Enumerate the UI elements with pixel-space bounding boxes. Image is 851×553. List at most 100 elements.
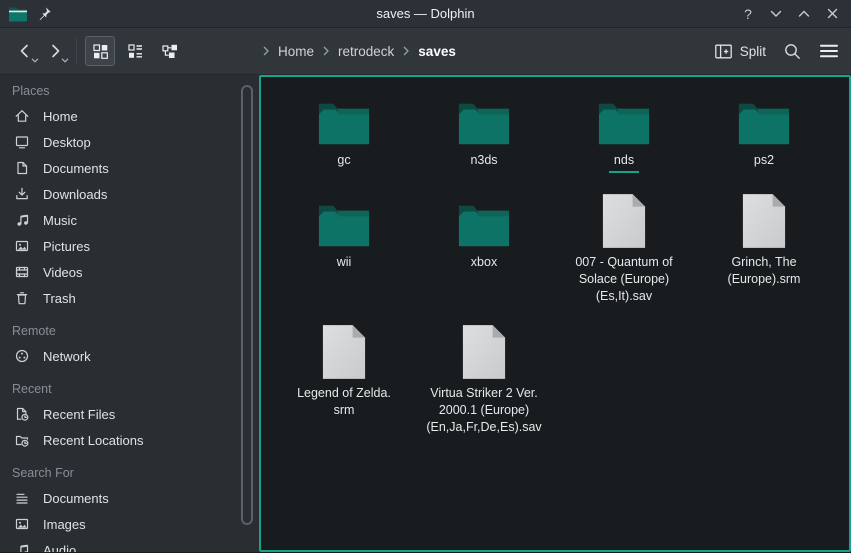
breadcrumb-separator-icon[interactable] — [323, 46, 329, 56]
folder-icon — [597, 101, 651, 147]
recent-locations-icon — [14, 432, 30, 448]
folder-item-n3ds[interactable]: n3ds — [414, 91, 554, 169]
sidebar-item-recent-files[interactable]: Recent Files — [0, 401, 259, 427]
folder-item-nds[interactable]: nds — [554, 91, 694, 173]
places-panel: Places Home Desktop Documents Downloads … — [0, 75, 259, 552]
folder-item-wii[interactable]: wii — [274, 193, 414, 271]
search-icon — [783, 42, 802, 61]
forward-button[interactable] — [40, 36, 70, 66]
file-item-grinch-the[interactable]: Grinch, The (Europe).srm — [694, 193, 834, 288]
file-item-legend-of-zelda[interactable]: Legend of Zelda. srm — [274, 324, 414, 419]
item-label: 007 - Quantum of Solace (Europe) (Es,It)… — [575, 254, 672, 305]
sidebar-item-recent-locations[interactable]: Recent Locations — [0, 427, 259, 453]
sidebar-item-label: Images — [43, 517, 86, 532]
sidebar-item-label: Network — [43, 349, 91, 364]
folder-item-ps2[interactable]: ps2 — [694, 91, 834, 169]
breadcrumb-item-retrodeck[interactable]: retrodeck — [338, 44, 394, 59]
sidebar-item-search-images[interactable]: Images — [0, 511, 259, 537]
folder-view[interactable]: gc n3ds nds ps2 — [259, 75, 851, 552]
tree-view-button[interactable] — [155, 36, 185, 66]
sidebar-item-videos[interactable]: Videos — [0, 259, 259, 285]
toolbar-separator — [76, 38, 77, 64]
minimize-button[interactable] — [765, 3, 787, 25]
file-icon — [321, 324, 367, 380]
menu-button[interactable] — [819, 43, 839, 59]
icons-view-button[interactable] — [85, 36, 115, 66]
sidebar-item-label: Recent Files — [43, 407, 115, 422]
sidebar-item-label: Videos — [43, 265, 83, 280]
details-view-button[interactable] — [120, 36, 150, 66]
video-icon — [14, 264, 30, 280]
sidebar-item-label: Trash — [43, 291, 76, 306]
breadcrumb: Home retrodeck saves — [263, 28, 456, 74]
sidebar-item-label: Documents — [43, 161, 109, 176]
music-icon — [14, 212, 30, 228]
folder-icon — [457, 203, 511, 249]
home-icon — [14, 108, 30, 124]
item-label: gc — [337, 152, 350, 169]
sidebar-item-network[interactable]: Network — [0, 343, 259, 369]
search-button[interactable] — [783, 42, 802, 61]
file-item-virtua-striker-2[interactable]: Virtua Striker 2 Ver. 2000.1 (Europe) (E… — [414, 324, 554, 436]
file-icon — [601, 193, 647, 249]
sidebar-item-documents[interactable]: Documents — [0, 155, 259, 181]
breadcrumb-current[interactable]: saves — [418, 44, 456, 59]
close-icon — [827, 8, 838, 19]
chevron-down-icon — [61, 58, 69, 63]
sidebar-item-pictures[interactable]: Pictures — [0, 233, 259, 259]
folder-item-gc[interactable]: gc — [274, 91, 414, 169]
chevron-down-icon — [31, 58, 39, 63]
section-header-search-for: Search For — [0, 453, 259, 485]
sidebar-item-trash[interactable]: Trash — [0, 285, 259, 311]
download-icon — [14, 186, 30, 202]
section-header-remote: Remote — [0, 311, 259, 343]
sidebar-item-downloads[interactable]: Downloads — [0, 181, 259, 207]
item-label: wii — [337, 254, 352, 271]
item-label: Legend of Zelda. srm — [297, 385, 391, 419]
image-icon — [14, 238, 30, 254]
app-folder-icon — [8, 5, 28, 22]
split-button-label: Split — [740, 44, 766, 59]
item-label: n3ds — [470, 152, 497, 169]
folder-item-xbox[interactable]: xbox — [414, 193, 554, 271]
document-icon — [14, 160, 30, 176]
split-button[interactable]: Split — [714, 43, 766, 60]
toolbar: Home retrodeck saves Split — [0, 28, 851, 75]
file-icon — [461, 324, 507, 380]
sidebar-item-label: Downloads — [43, 187, 107, 202]
section-header-recent: Recent — [0, 369, 259, 401]
breadcrumb-separator-icon[interactable] — [263, 46, 269, 56]
pin-icon[interactable] — [37, 6, 52, 21]
chevron-down-icon — [770, 10, 782, 18]
sidebar-item-label: Audio — [43, 543, 76, 553]
search-images-icon — [14, 516, 30, 532]
sidebar-item-label: Desktop — [43, 135, 91, 150]
sidebar-item-desktop[interactable]: Desktop — [0, 129, 259, 155]
item-label: ps2 — [754, 152, 774, 169]
help-button[interactable]: ? — [737, 3, 759, 25]
breadcrumb-item-home[interactable]: Home — [278, 44, 314, 59]
sidebar-scrollbar[interactable] — [241, 85, 253, 525]
sidebar-item-home[interactable]: Home — [0, 103, 259, 129]
folder-icon — [317, 101, 371, 147]
breadcrumb-separator-icon[interactable] — [403, 46, 409, 56]
file-item-007-quantum-of-solace[interactable]: 007 - Quantum of Solace (Europe) (Es,It)… — [554, 193, 694, 305]
search-audio-icon — [14, 542, 30, 552]
hamburger-menu-icon — [819, 43, 839, 59]
sidebar-item-search-audio[interactable]: Audio — [0, 537, 259, 552]
maximize-button[interactable] — [793, 3, 815, 25]
sidebar-item-label: Documents — [43, 491, 109, 506]
trash-icon — [14, 290, 30, 306]
search-documents-icon — [14, 490, 30, 506]
back-button[interactable] — [10, 36, 40, 66]
titlebar: saves — Dolphin ? — [0, 0, 851, 28]
close-button[interactable] — [821, 3, 843, 25]
folder-icon — [317, 203, 371, 249]
sidebar-item-music[interactable]: Music — [0, 207, 259, 233]
network-icon — [14, 348, 30, 364]
window-title: saves — Dolphin — [0, 6, 851, 21]
folder-icon — [737, 101, 791, 147]
section-header-places: Places — [0, 75, 259, 103]
sidebar-item-search-documents[interactable]: Documents — [0, 485, 259, 511]
recent-files-icon — [14, 406, 30, 422]
